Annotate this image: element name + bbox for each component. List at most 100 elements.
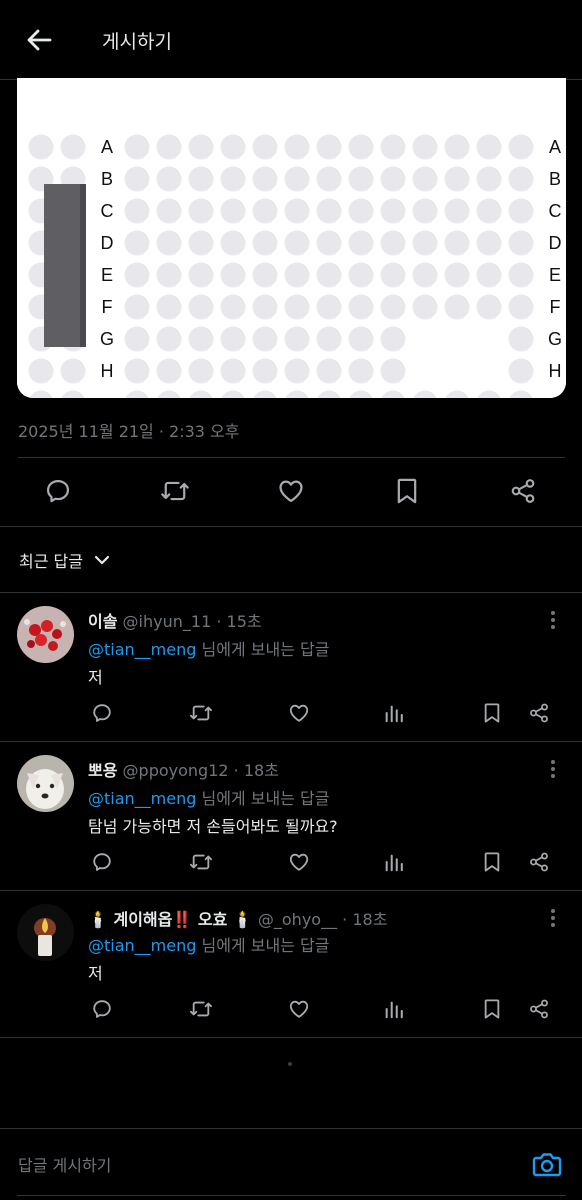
avatar[interactable] [17, 755, 74, 812]
plate-well [508, 326, 534, 352]
reply-views-button[interactable] [379, 847, 409, 877]
plate-well [476, 294, 502, 320]
plate-well [380, 294, 406, 320]
plate-well [188, 230, 214, 256]
views-icon [385, 1001, 403, 1019]
reply-views-button[interactable] [379, 698, 409, 728]
plate-well [284, 134, 310, 160]
reply-share-button[interactable] [524, 847, 554, 877]
plate-well [284, 326, 310, 352]
plate-well [476, 134, 502, 160]
reply-reply-button[interactable] [87, 698, 117, 728]
mention-link[interactable]: @tian__meng [88, 936, 196, 955]
reply-reply-button[interactable] [87, 994, 117, 1024]
user-handle[interactable]: @ihyun_11 [123, 612, 212, 631]
reply-more-button[interactable] [541, 757, 565, 781]
back-arrow-icon [27, 29, 52, 51]
reply-repost-button[interactable] [186, 698, 216, 728]
back-button[interactable] [22, 24, 56, 56]
share-icon [511, 479, 535, 503]
row-label-right: F [550, 297, 561, 317]
plate-well [508, 230, 534, 256]
plate-well [316, 358, 342, 384]
like-icon [289, 853, 309, 871]
reply-like-button[interactable] [284, 698, 314, 728]
reply-bookmark-button[interactable] [477, 847, 507, 877]
plate-well [188, 134, 214, 160]
reply-header: 🕯️ 계이해옵‼️ 오효 🕯️ @_ohyo__ · 18초 [88, 906, 387, 930]
plate-well [60, 358, 86, 384]
reply-share-button[interactable] [524, 698, 554, 728]
plate-well [220, 134, 246, 160]
bookmark-icon [397, 478, 417, 504]
reply-share-button[interactable] [524, 994, 554, 1024]
post-like-button[interactable] [271, 471, 311, 511]
post-reply-button[interactable] [38, 471, 78, 511]
row-label-left: B [101, 169, 113, 189]
row-label-right: D [549, 233, 562, 253]
reply-compose-bar [0, 1128, 582, 1200]
mention-link[interactable]: @tian__meng [88, 789, 196, 808]
reply-bookmark-button[interactable] [477, 698, 507, 728]
reply-item[interactable]: 🕯️ 계이해옵‼️ 오효 🕯️ @_ohyo__ · 18초 @tian__me… [0, 891, 582, 1037]
dark-block-edge [80, 184, 86, 347]
avatar[interactable] [17, 606, 74, 663]
reply-like-button[interactable] [284, 994, 314, 1024]
reply-repost-button[interactable] [186, 847, 216, 877]
reply-header: 이솔 @ihyun_11 · 15초 [88, 608, 262, 632]
plate-well [380, 134, 406, 160]
reply-input[interactable] [18, 1151, 498, 1179]
display-name[interactable]: 🕯️ 계이해옵‼️ 오효 🕯️ [88, 910, 253, 929]
user-handle[interactable]: @ppoyong12 [123, 761, 229, 780]
post-bookmark-button[interactable] [387, 471, 427, 511]
reply-header: 뽀용 @ppoyong12 · 18초 [88, 757, 279, 781]
replying-to: @tian__meng 님에게 보내는 답글 [88, 789, 330, 808]
bookmark-icon [484, 852, 500, 872]
plate-well [444, 198, 470, 224]
user-handle[interactable]: @_ohyo__ [258, 910, 337, 929]
row-label-right: H [549, 361, 562, 381]
plate-well [348, 166, 374, 192]
repost-icon [190, 705, 212, 721]
plate-well [188, 262, 214, 288]
reply-bookmark-button[interactable] [477, 994, 507, 1024]
separator: · [342, 910, 348, 929]
post-image[interactable]: AABBCCDDEEFFGGHH [17, 78, 566, 398]
reply-repost-button[interactable] [186, 994, 216, 1024]
reply-more-button[interactable] [541, 906, 565, 930]
reply-sort-dropdown[interactable]: 최근 답글 [19, 548, 111, 572]
plate-well [412, 294, 438, 320]
display-name[interactable]: 뽀용 [88, 761, 117, 780]
plate-well [188, 358, 214, 384]
display-name[interactable]: 이솔 [88, 612, 117, 631]
plate-well [412, 198, 438, 224]
row-label-left: A [101, 137, 113, 157]
mention-link[interactable]: @tian__meng [88, 640, 196, 659]
reply-item[interactable]: 이솔 @ihyun_11 · 15초 @tian__meng 님에게 보내는 답… [0, 593, 582, 741]
views-icon [385, 854, 403, 872]
plate-well [508, 134, 534, 160]
divider [0, 526, 582, 527]
plate-well [380, 230, 406, 256]
reply-more-button[interactable] [541, 608, 565, 632]
reply-reply-button[interactable] [87, 847, 117, 877]
repost-icon [190, 1001, 212, 1017]
plate-well [252, 358, 278, 384]
reply-like-button[interactable] [284, 847, 314, 877]
post-share-button[interactable] [503, 471, 543, 511]
plate-well [156, 326, 182, 352]
plate-well [220, 230, 246, 256]
reply-item[interactable]: 뽀용 @ppoyong12 · 18초 @tian__meng 님에게 보내는 … [0, 742, 582, 890]
plate-well [412, 230, 438, 256]
plate-well [380, 326, 406, 352]
plate-well [444, 134, 470, 160]
plate-well [348, 198, 374, 224]
camera-button[interactable] [532, 1150, 562, 1182]
avatar[interactable] [17, 904, 74, 961]
reply-views-button[interactable] [379, 994, 409, 1024]
post-action-bar [0, 458, 582, 526]
plate-well [508, 262, 534, 288]
post-repost-button[interactable] [155, 471, 195, 511]
more-icon [551, 760, 555, 778]
more-icon [551, 909, 555, 927]
